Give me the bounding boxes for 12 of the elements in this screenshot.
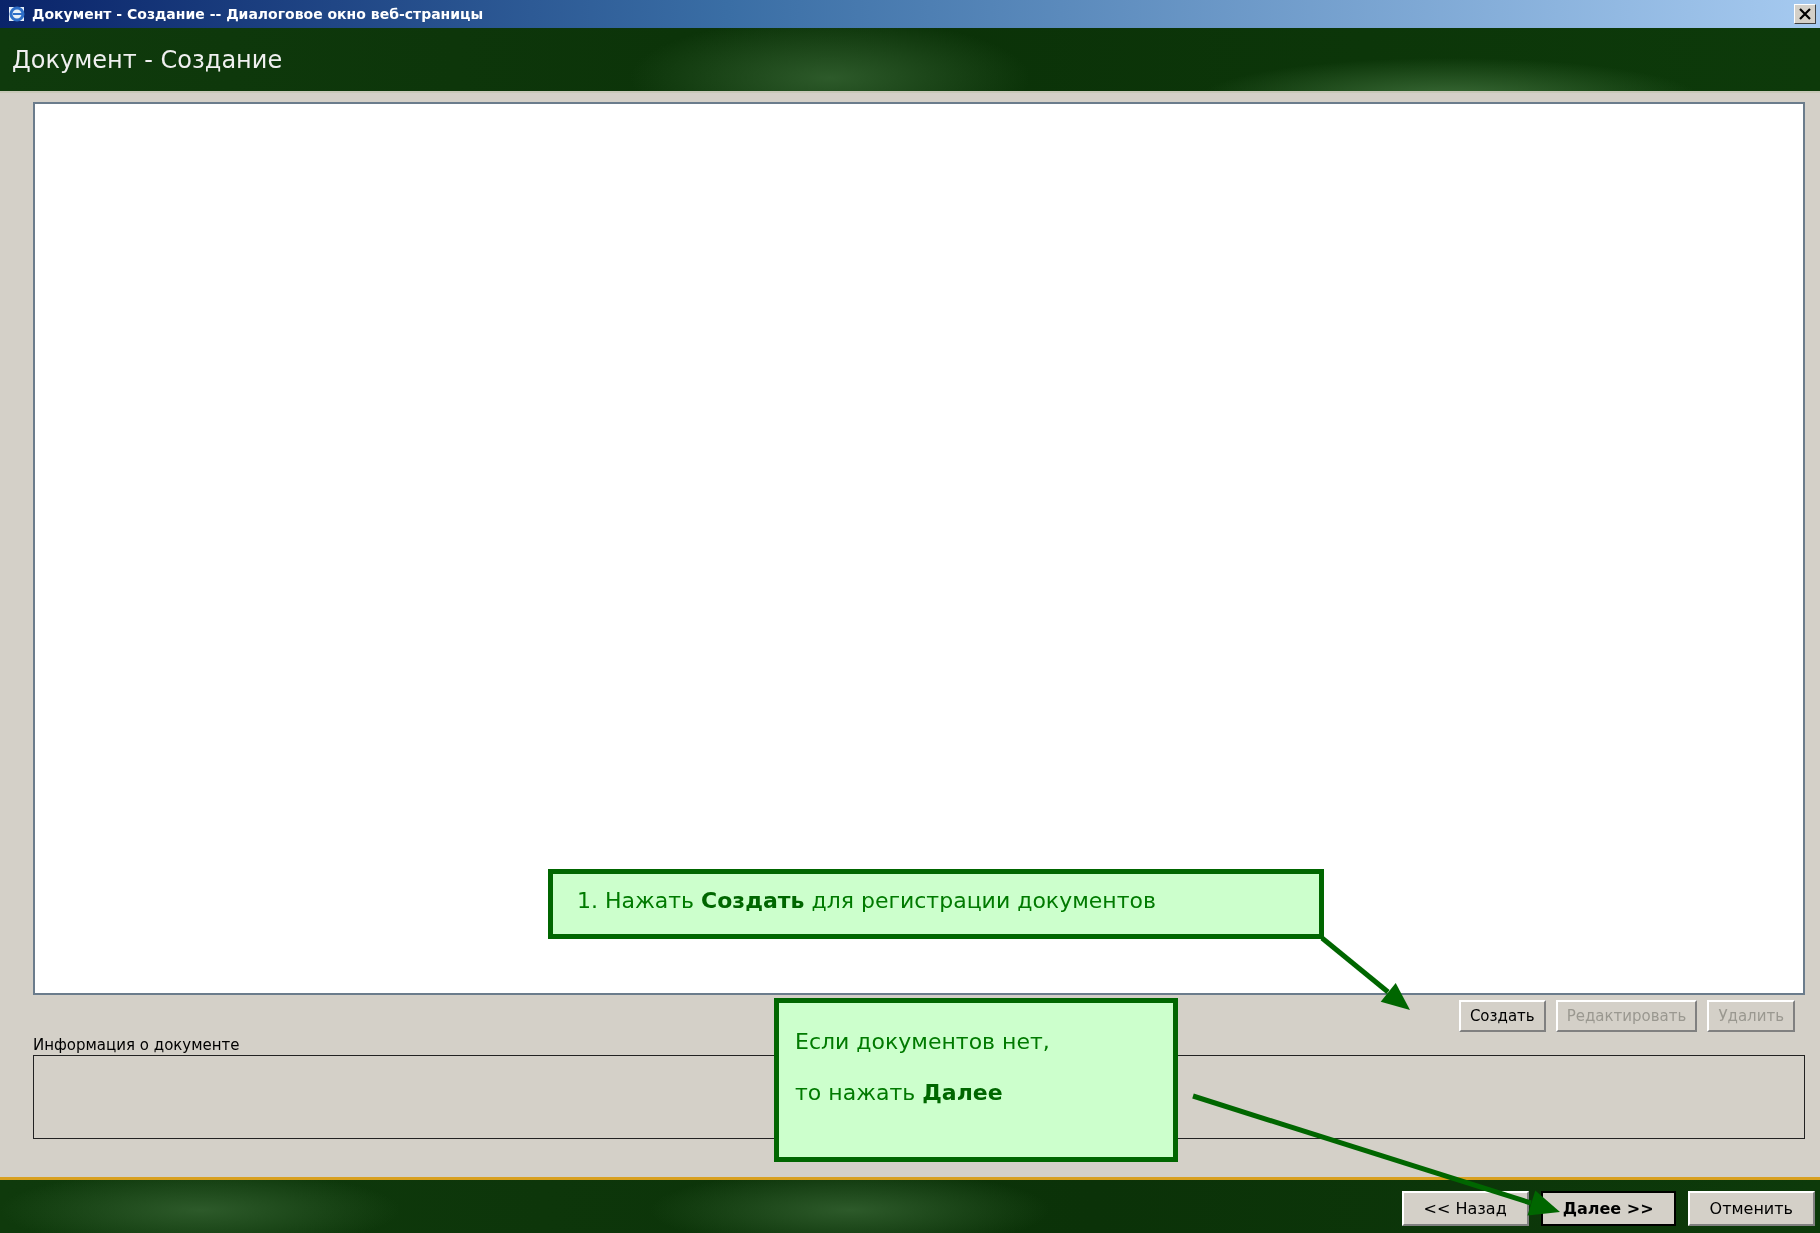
page-title: Документ - Создание [12, 45, 283, 74]
callout-note: Если документов нет, то нажать Далее [774, 998, 1178, 1162]
info-label: Информация о документе [33, 1036, 240, 1054]
window-title: Документ - Создание -- Диалоговое окно веб-страницы [32, 6, 485, 22]
callout-note: 1. Нажать Создать для регистрации документов [548, 869, 1324, 939]
close-icon [1799, 8, 1811, 20]
browser-logo-icon [8, 5, 26, 23]
nav-button[interactable]: Отменить [1687, 1191, 1815, 1226]
action-button[interactable]: Создать [1458, 1000, 1546, 1032]
nav-button[interactable]: Далее >> [1540, 1191, 1676, 1226]
nav-button[interactable]: << Назад [1401, 1191, 1529, 1226]
close-button[interactable] [1794, 4, 1816, 24]
